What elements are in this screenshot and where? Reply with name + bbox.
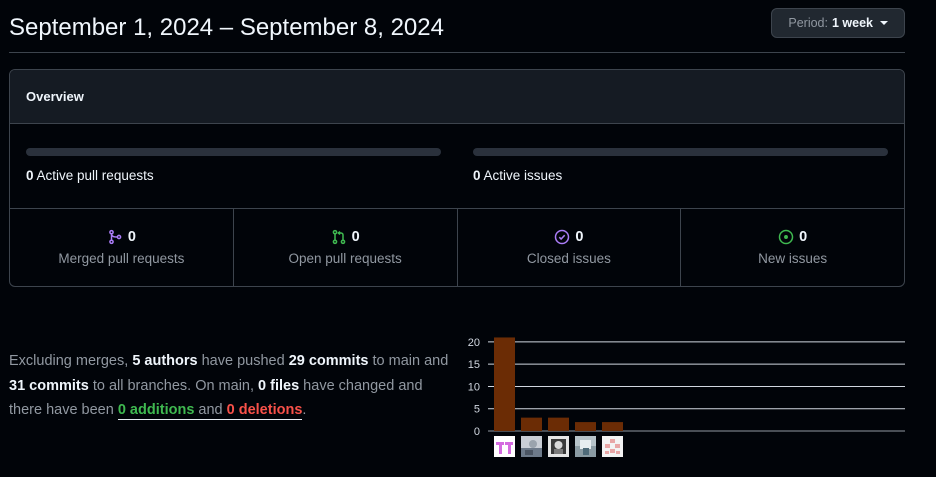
closed-issues-count: 0	[575, 229, 584, 245]
active-prs-link[interactable]: 0 Active pull requests	[26, 168, 441, 183]
contributor-avatar[interactable]	[602, 436, 623, 457]
issue-opened-icon	[778, 229, 794, 245]
active-issues-label: Active issues	[483, 168, 563, 183]
summary-text: and	[194, 402, 227, 418]
overview-activity: 0 Active pull requests 0 Active issues	[10, 124, 904, 209]
open-prs-count: 0	[351, 229, 360, 245]
period-value: 1 week	[831, 16, 873, 30]
active-prs-count: 0	[26, 168, 34, 183]
check-circle-icon	[554, 229, 570, 245]
summary-text: .	[302, 402, 307, 418]
y-tick-label: 10	[468, 381, 480, 393]
additions-count: 0 additions	[117, 402, 195, 418]
commit-bar[interactable]	[575, 422, 596, 431]
merged-prs-count: 0	[127, 229, 136, 245]
deletions-count: 0 deletions	[226, 402, 303, 418]
commits-main-count: 29 commits	[288, 353, 369, 369]
active-issues-count: 0	[473, 168, 481, 183]
period-dropdown-button[interactable]: Period: 1 week	[771, 8, 905, 38]
new-issues-count: 0	[799, 229, 808, 245]
contributor-avatar[interactable]	[494, 436, 515, 457]
active-prs-label: Active pull requests	[36, 168, 154, 183]
summary-text: to all branches. On main,	[88, 377, 259, 394]
avatar-image	[575, 436, 596, 457]
summary-text: to main and	[368, 353, 449, 369]
stat-new-issues[interactable]: 0 New issues	[681, 209, 904, 286]
commit-summary: Excluding merges, 5 authors have pushed …	[9, 349, 457, 423]
contributor-avatar[interactable]	[575, 436, 596, 457]
avatar-image	[494, 436, 515, 457]
avatar-image	[548, 436, 569, 457]
merge-icon	[107, 229, 123, 245]
stat-merged-prs[interactable]: 0 Merged pull requests	[10, 209, 234, 286]
files-changed-count: 0 files	[258, 377, 300, 394]
new-issues-label: New issues	[758, 251, 828, 266]
avatar-image	[602, 436, 623, 457]
active-issues-bar	[473, 148, 888, 156]
commits-chart: 0 5 10 15 20	[460, 320, 910, 468]
page-header: September 1, 2024 – September 8, 2024 Pe…	[9, 0, 905, 53]
commits-all-count: 31 commits	[9, 377, 89, 394]
commit-bar[interactable]	[548, 417, 569, 431]
y-tick-label: 5	[474, 404, 480, 416]
commit-bar[interactable]	[494, 337, 515, 431]
stat-open-prs[interactable]: 0 Open pull requests	[234, 209, 458, 286]
contributor-avatar[interactable]	[521, 436, 542, 457]
commit-bar[interactable]	[602, 422, 623, 431]
avatar-image	[521, 436, 542, 457]
active-issues-block: 0 Active issues	[473, 148, 888, 183]
period-label: Period:	[788, 16, 828, 30]
active-prs-bar	[26, 148, 441, 156]
y-tick-label: 0	[474, 426, 480, 438]
caret-down-icon	[880, 21, 888, 25]
open-prs-label: Open pull requests	[288, 251, 402, 266]
summary-text: have pushed	[197, 353, 289, 369]
overview-panel: Overview 0 Active pull requests 0 Active…	[9, 69, 905, 287]
y-tick-label: 20	[468, 337, 480, 349]
summary-text: Excluding merges,	[9, 353, 133, 369]
authors-count: 5 authors	[132, 353, 198, 369]
active-issues-link[interactable]: 0 Active issues	[473, 168, 888, 183]
pull-request-icon	[331, 229, 347, 245]
overview-stats: 0 Merged pull requests 0 Open pull reque…	[10, 209, 904, 286]
merged-prs-label: Merged pull requests	[58, 251, 185, 266]
additions-link[interactable]: 0 additions and 0 deletions	[117, 402, 303, 420]
closed-issues-label: Closed issues	[526, 251, 611, 266]
overview-title: Overview	[10, 70, 904, 124]
y-tick-label: 15	[468, 359, 480, 371]
contributor-avatar[interactable]	[548, 436, 569, 457]
stat-closed-issues[interactable]: 0 Closed issues	[458, 209, 682, 286]
active-prs-block: 0 Active pull requests	[26, 148, 441, 183]
page-title: September 1, 2024 – September 8, 2024	[9, 14, 444, 41]
commit-bar[interactable]	[521, 417, 542, 431]
